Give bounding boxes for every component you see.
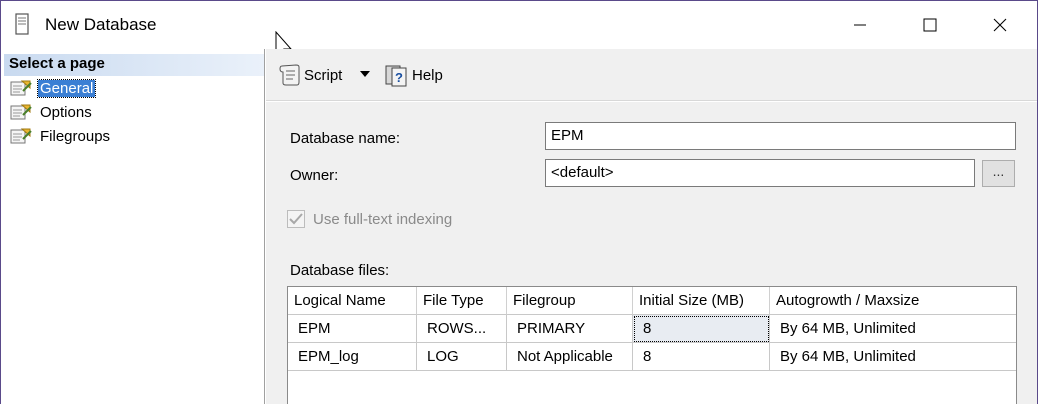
cell-filegroup[interactable]: Not Applicable [507,343,633,371]
table-row[interactable]: EPM_log LOG Not Applicable 8 By 64 MB, U… [288,343,1016,371]
cell-initial-size[interactable]: 8 [633,343,770,371]
maximize-icon [923,18,937,32]
checkmark-icon [289,213,303,225]
script-button[interactable]: Script [278,63,342,87]
page-selector-pane: Select a page General Options Filegroups [4,49,265,404]
minimize-icon [854,24,866,26]
chevron-down-icon [360,71,370,77]
svg-text:?: ? [395,70,403,85]
page-item-label: General [36,78,97,98]
column-header-filegroup[interactable]: Filegroup [507,287,633,315]
script-dropdown-button[interactable] [360,71,370,77]
cell-logical-name[interactable]: EPM [288,315,417,343]
column-header-file-type[interactable]: File Type [417,287,507,315]
cell-filegroup[interactable]: PRIMARY [507,315,633,343]
page-properties-icon [10,128,32,144]
page-properties-icon [10,104,32,120]
column-header-autogrowth[interactable]: Autogrowth / Maxsize [770,287,1016,315]
page-item-label: Options [40,103,92,121]
column-header-logical-name[interactable]: Logical Name [288,287,417,315]
owner-label: Owner: [290,167,339,184]
database-name-input[interactable]: EPM [545,122,1016,150]
page-item-general[interactable]: General [10,77,97,99]
fulltext-indexing-checkbox[interactable] [287,210,305,228]
cell-file-type[interactable]: LOG [417,343,507,371]
table-row[interactable]: EPM ROWS... PRIMARY 8 By 64 MB, Unlimite… [288,315,1016,343]
database-files-label: Database files: [290,262,390,279]
close-icon [993,18,1007,32]
page-item-options[interactable]: Options [10,101,94,123]
cell-initial-size[interactable]: 8 [633,315,770,343]
page-item-filegroups[interactable]: Filegroups [10,125,112,147]
page-item-label: Filegroups [40,127,111,145]
fulltext-indexing-label: Use full-text indexing [313,210,453,228]
column-header-initial-size[interactable]: Initial Size (MB) [633,287,770,315]
cell-autogrowth[interactable]: By 64 MB, Unlimited [770,343,1016,371]
toolbar: Script ? Help [266,49,1037,101]
cell-autogrowth[interactable]: By 64 MB, Unlimited [770,315,1016,343]
window-title: New Database [45,15,157,34]
new-database-window: New Database Select a page General Optio… [0,0,1038,404]
database-files-grid: Logical Name File Type Filegroup Initial… [287,286,1017,404]
script-label: Script [304,66,343,84]
title-bar: New Database [1,1,1037,60]
help-label: Help [412,66,443,84]
help-button[interactable]: ? Help [384,63,443,87]
database-icon [15,13,29,35]
close-button[interactable] [965,1,1035,49]
fulltext-indexing-row: Use full-text indexing [287,210,452,228]
maximize-button[interactable] [895,1,965,49]
minimize-button[interactable] [825,1,895,49]
select-page-header: Select a page [4,54,264,76]
script-icon [279,64,300,86]
grid-header-row: Logical Name File Type Filegroup Initial… [288,287,1016,315]
help-icon: ? [385,65,407,87]
browse-owner-button[interactable]: ... [982,160,1015,187]
database-name-label: Database name: [290,130,401,147]
cell-logical-name[interactable]: EPM_log [288,343,417,371]
select-page-label: Select a page [9,55,105,72]
page-properties-icon [10,80,32,96]
owner-input[interactable]: <default> [545,159,975,187]
cell-file-type[interactable]: ROWS... [417,315,507,343]
